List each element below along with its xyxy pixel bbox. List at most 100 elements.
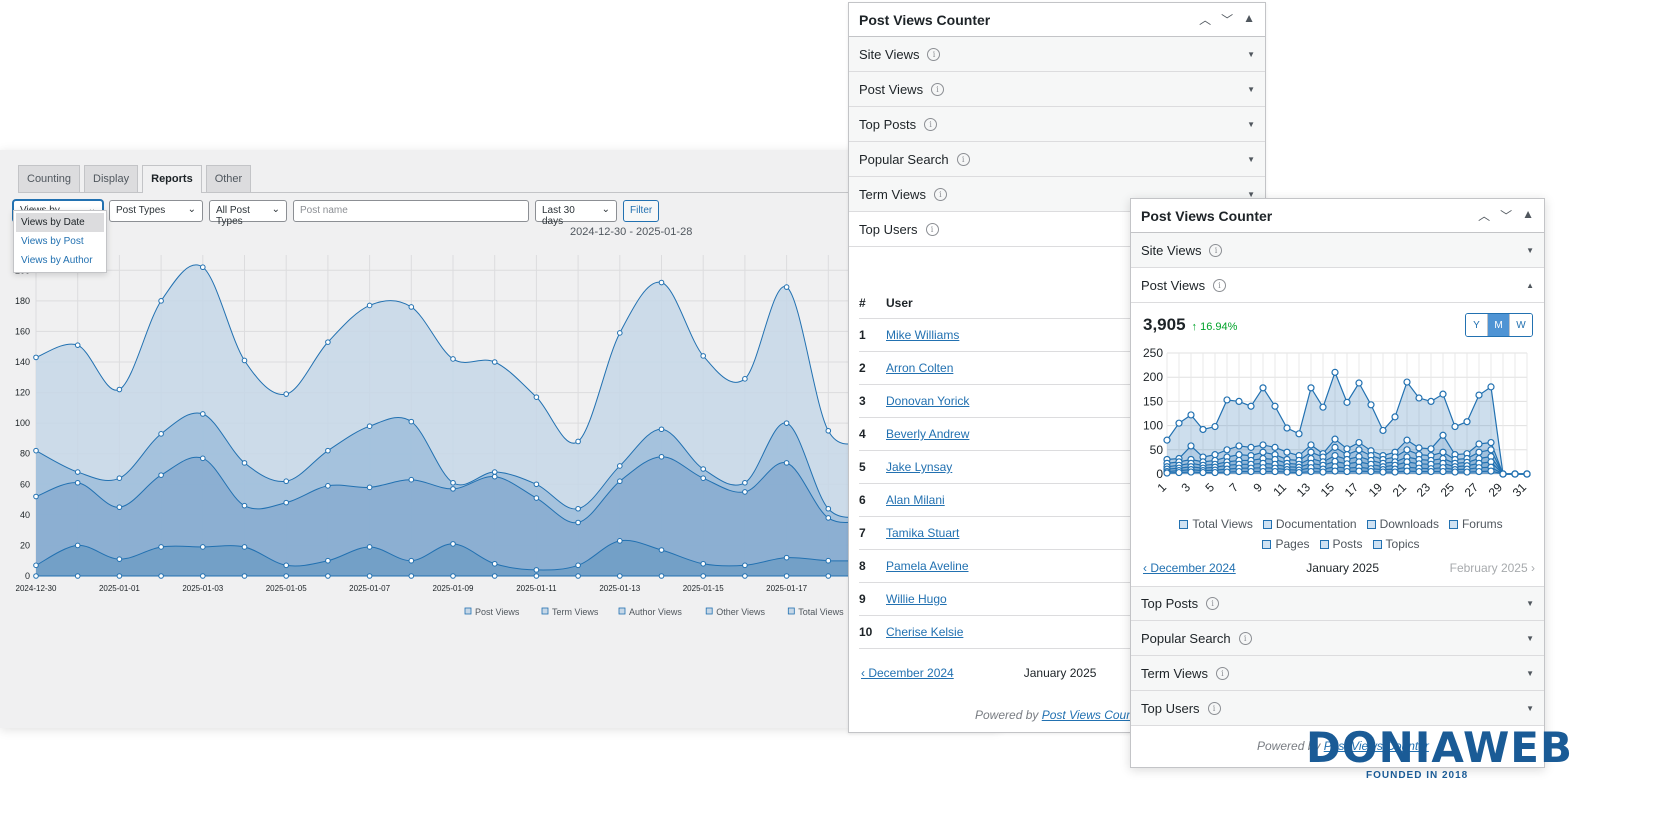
info-icon[interactable]: i xyxy=(1238,631,1252,645)
info-icon[interactable]: i xyxy=(1213,278,1227,292)
info-icon[interactable]: i xyxy=(927,47,941,61)
triangle-up-icon[interactable]: ▲ xyxy=(1243,11,1255,28)
prev-month-link[interactable]: ‹ December 2024 xyxy=(1143,561,1236,575)
data-point xyxy=(450,486,456,492)
legend-item[interactable]: Total Views xyxy=(1179,517,1253,531)
section-label: Top Users xyxy=(1141,700,1200,716)
legend-swatch xyxy=(541,607,549,615)
caret-down-icon: ▼ xyxy=(1247,49,1255,59)
data-point xyxy=(575,438,581,445)
section-label: Top Posts xyxy=(1141,596,1199,611)
legend-item[interactable]: Forums xyxy=(1448,517,1503,531)
y-tick-label: 60 xyxy=(20,479,30,489)
user-link[interactable]: Tamika Stuart xyxy=(886,526,959,540)
section-site-views[interactable]: Site Views i ▼ xyxy=(849,37,1265,72)
x-tick-label: 27 xyxy=(1462,480,1482,500)
section-term-views[interactable]: Term Views i ▼ xyxy=(1131,656,1544,691)
data-point xyxy=(1487,467,1495,475)
user-link[interactable]: Arron Colten xyxy=(886,361,953,375)
user-link[interactable]: Pamela Aveline xyxy=(886,559,969,573)
tab-counting[interactable]: Counting xyxy=(18,165,81,192)
user-link[interactable]: Beverly Andrew xyxy=(886,427,969,441)
info-icon[interactable]: i xyxy=(925,222,939,236)
user-link[interactable]: Cherise Kelsie xyxy=(886,625,963,639)
section-top-posts[interactable]: Top Posts i ▼ xyxy=(849,107,1265,142)
period-month-button[interactable]: M xyxy=(1488,314,1510,336)
data-point xyxy=(74,479,81,486)
tab-reports[interactable]: Reports xyxy=(142,165,202,193)
user-link[interactable]: Willie Hugo xyxy=(886,592,947,606)
filter-button[interactable]: Filter xyxy=(623,200,660,222)
info-icon[interactable]: i xyxy=(931,82,945,96)
data-point xyxy=(325,339,331,345)
section-post-views[interactable]: Post Views i ▼ xyxy=(849,72,1265,107)
period-year-button[interactable]: Y xyxy=(1466,314,1488,336)
change-percent: ↑ 16.94% xyxy=(1192,321,1238,333)
chevron-up-icon[interactable]: ︿ xyxy=(1478,207,1490,224)
caret-down-icon: ▼ xyxy=(1247,84,1255,94)
widget-header: Post Views Counter ︿ ﹀ ▲ xyxy=(849,3,1265,37)
info-icon[interactable]: i xyxy=(1209,243,1223,257)
dropdown-option-post[interactable]: Views by Post xyxy=(16,232,104,251)
data-point xyxy=(1223,396,1231,404)
user-link[interactable]: Alan Milani xyxy=(886,493,945,507)
data-point xyxy=(617,538,623,544)
triangle-up-icon[interactable]: ▲ xyxy=(1522,207,1534,224)
info-icon[interactable]: i xyxy=(924,117,938,131)
period-select[interactable]: Last 30 days ⌄ xyxy=(535,200,617,227)
dropdown-option-date[interactable]: Views by Date xyxy=(16,213,104,232)
section-popular-search[interactable]: Popular Search i ▼ xyxy=(849,142,1265,177)
data-point xyxy=(1439,431,1447,439)
section-top-posts[interactable]: Top Posts i ▼ xyxy=(1131,586,1544,621)
legend-item[interactable]: Downloads xyxy=(1366,517,1439,531)
legend-label: Total Views xyxy=(798,607,844,617)
legend-item[interactable]: Posts xyxy=(1319,537,1363,551)
data-point xyxy=(1331,435,1339,443)
section-label: Site Views xyxy=(859,46,920,62)
legend-item[interactable]: Documentation xyxy=(1262,517,1357,531)
chevron-down-icon[interactable]: ﹀ xyxy=(1221,11,1233,28)
y-tick-label: 150 xyxy=(1143,394,1163,408)
data-point xyxy=(116,573,123,579)
period-week-button[interactable]: W xyxy=(1510,314,1532,336)
month-navigation: ‹ December 2024 January 2025 February 20… xyxy=(1143,561,1535,575)
info-icon[interactable]: i xyxy=(1206,597,1220,610)
tab-other[interactable]: Other xyxy=(205,165,252,192)
all-post-types-select[interactable]: All Post Types ⌄ xyxy=(209,200,287,227)
legend-item[interactable]: Topics xyxy=(1372,537,1420,551)
dropdown-option-author[interactable]: Views by Author xyxy=(16,251,104,270)
section-popular-search[interactable]: Popular Search i ▼ xyxy=(1131,621,1544,656)
user-link[interactable]: Jake Lynsay xyxy=(886,460,952,474)
post-name-input[interactable]: Post name xyxy=(293,200,529,222)
widget-controls: ︿ ﹀ ▲ xyxy=(1478,207,1534,224)
caret-down-icon: ▼ xyxy=(1526,633,1534,643)
info-icon[interactable]: i xyxy=(1215,666,1229,680)
x-tick-label: 25 xyxy=(1438,480,1458,500)
tab-display[interactable]: Display xyxy=(84,165,139,192)
section-site-views[interactable]: Site Views i ▼ xyxy=(1131,233,1544,268)
user-link[interactable]: Mike Williams xyxy=(886,328,959,342)
data-point xyxy=(658,573,665,579)
info-icon[interactable]: i xyxy=(933,187,947,201)
data-point xyxy=(74,469,81,475)
monthly-views-chart: 0501001502002501 3 5 7 9 11 13 15 17 19 21 23 25 27 29… xyxy=(1143,346,1531,500)
data-point xyxy=(241,460,248,466)
section-post-views[interactable]: Post Views i ▲ xyxy=(1131,268,1544,303)
x-tick-label: 2025-01-05 xyxy=(266,584,307,593)
info-icon[interactable]: i xyxy=(1207,701,1221,715)
data-point xyxy=(1439,448,1447,456)
user-link[interactable]: Donovan Yorick xyxy=(886,394,969,408)
x-tick-label: 29 xyxy=(1486,480,1506,500)
prev-month-link[interactable]: ‹ December 2024 xyxy=(861,666,954,680)
section-top-users[interactable]: Top Users i ▼ xyxy=(1131,691,1544,726)
data-point xyxy=(1295,430,1303,438)
post-types-select[interactable]: Post Types ⌄ xyxy=(109,200,203,222)
info-icon[interactable]: i xyxy=(956,152,970,166)
data-point xyxy=(533,567,540,573)
user-rank: 2 xyxy=(859,361,866,375)
chevron-up-icon[interactable]: ︿ xyxy=(1199,11,1211,28)
data-point xyxy=(1223,468,1231,476)
chevron-down-icon[interactable]: ﹀ xyxy=(1500,207,1512,224)
data-point xyxy=(241,357,248,364)
legend-item[interactable]: Pages xyxy=(1262,537,1310,551)
